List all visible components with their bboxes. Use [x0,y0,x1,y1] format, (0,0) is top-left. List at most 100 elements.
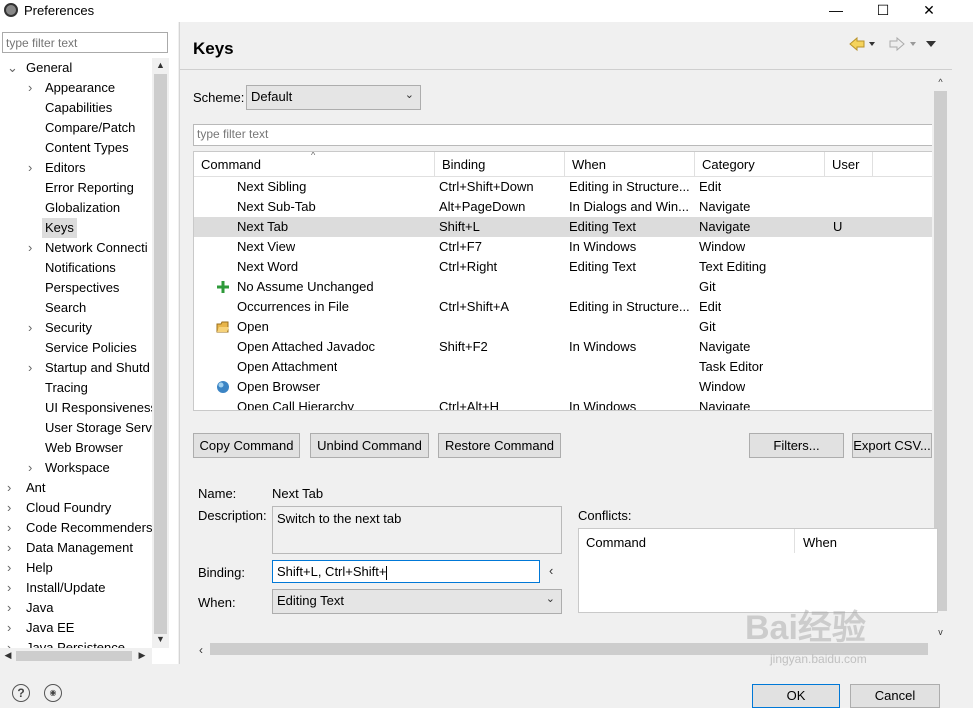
scroll-up-icon[interactable]: ^ [932,77,949,87]
back-arrow-icon[interactable] [849,36,865,52]
tree-item[interactable]: › Editors [28,158,88,178]
tree-item[interactable]: Error Reporting [42,178,137,198]
chevron-right-icon[interactable]: › [7,598,17,618]
forward-menu-icon[interactable] [910,42,916,46]
table-row[interactable]: Next Word Ctrl+Right Editing Text Text Edit… [194,257,932,277]
tree-item[interactable]: Notifications [42,258,119,278]
tree-item[interactable]: Search [42,298,89,318]
chevron-right-icon[interactable]: › [7,518,17,538]
tree-item[interactable]: Perspectives [42,278,122,298]
view-menu-icon[interactable] [926,41,936,47]
close-button[interactable]: ✕ [906,0,952,22]
tree-item[interactable]: › Help [7,558,56,578]
table-row[interactable]: Open Attachment Task Editor [194,357,932,377]
scroll-up-icon[interactable]: ▲ [152,60,169,70]
tree-item[interactable]: Service Policies [42,338,140,358]
tree-item[interactable]: › Workspace [28,458,113,478]
minimize-button[interactable]: — [813,0,859,22]
column-header-binding[interactable]: Binding [435,152,565,177]
tree-item[interactable]: › Java EE [7,618,77,638]
table-row[interactable]: Next Tab Shift+L Editing Text Navigate U [194,217,932,237]
ok-button[interactable]: OK [752,684,840,708]
tree-item[interactable]: › Ant [7,478,49,498]
scroll-left-icon[interactable]: ‹ [195,643,207,657]
column-header-command[interactable]: Command ^ [194,152,435,177]
chevron-right-icon[interactable]: › [7,578,17,598]
scroll-down-icon[interactable]: ▼ [152,634,169,644]
sidebar-hscroll-thumb[interactable] [16,651,132,661]
chevron-right-icon[interactable]: › [28,318,38,338]
column-header-when[interactable]: When [565,152,695,177]
tree-item[interactable]: › Appearance [28,78,118,98]
chevron-right-icon[interactable]: › [7,498,17,518]
chevron-right-icon[interactable]: › [28,238,38,258]
tree-item[interactable]: › Code Recommenders [7,518,152,538]
export-csv-button[interactable]: Export CSV... [852,433,932,458]
chevron-down-icon[interactable]: ⌄ [7,58,18,78]
unbind-command-button[interactable]: Unbind Command [310,433,429,458]
sidebar-filter-input[interactable] [2,32,168,53]
chevron-right-icon[interactable]: › [7,538,17,558]
tree-item[interactable]: User Storage Serv [42,418,152,438]
chevron-right-icon[interactable]: › [28,78,38,98]
sidebar-vertical-scrollbar[interactable]: ▲ ▼ [152,58,169,648]
forward-arrow-icon[interactable] [889,36,905,52]
tree-item[interactable]: Compare/Patch [42,118,138,138]
chevron-right-icon[interactable]: › [7,558,17,578]
chevron-right-icon[interactable]: › [28,358,38,378]
chevron-right-icon[interactable]: › [7,478,17,498]
maximize-button[interactable]: ☐ [860,0,906,22]
table-row[interactable]: Open Git [194,317,932,337]
sidebar-scroll-thumb[interactable] [154,74,167,634]
scheme-select[interactable]: Default ⌄ [246,85,421,110]
copy-command-button[interactable]: Copy Command [193,433,300,458]
when-select[interactable]: Editing Text ⌄ [272,589,562,614]
tree-item[interactable]: › Cloud Foundry [7,498,114,518]
scroll-down-icon[interactable]: v [932,627,949,637]
tree-item[interactable]: › Java Persistence [7,638,128,648]
tree-item[interactable]: › Security [28,318,95,338]
tree-item[interactable]: Globalization [42,198,123,218]
table-row[interactable]: Next Sub-Tab Alt+PageDown In Dialogs and W… [194,197,932,217]
column-header-category[interactable]: Category [695,152,825,177]
binding-input[interactable]: Shift+L, Ctrl+Shift+ [272,560,540,583]
table-row[interactable]: No Assume Unchanged Git [194,277,932,297]
description-field[interactable]: Switch to the next tab [272,506,562,554]
table-row[interactable]: Next View Ctrl+F7 In Windows Window [194,237,932,257]
back-menu-icon[interactable] [869,42,875,46]
tree-item[interactable]: › Java [7,598,56,618]
keys-filter-input[interactable]: type filter text [193,124,933,146]
tree-item[interactable]: Tracing [42,378,91,398]
tree-item[interactable]: ⌄ General [7,58,75,78]
scroll-right-icon[interactable]: ▶ [136,650,148,661]
tree-item[interactable]: Web Browser [42,438,126,458]
chevron-right-icon[interactable]: › [28,458,38,478]
tree-item[interactable]: › Install/Update [7,578,109,598]
tree-item[interactable]: Capabilities [42,98,115,118]
sidebar-horizontal-scrollbar[interactable]: ◀ ▶ [0,648,152,664]
conflicts-column-when[interactable]: When [803,535,837,550]
column-header-user[interactable]: User [825,152,873,177]
scroll-left-icon[interactable]: ◀ [2,650,14,661]
tree-item[interactable]: › Network Connecti [28,238,151,258]
tree-item[interactable]: Keys [42,218,77,238]
conflicts-column-command[interactable]: Command [586,535,646,550]
table-row[interactable]: Next Sibling Ctrl+Shift+Down Editing in St… [194,177,932,197]
cancel-button[interactable]: Cancel [850,684,940,708]
table-row[interactable]: Open Call Hierarchy Ctrl+Alt+H In Windows N… [194,397,932,410]
tree-item[interactable]: › Startup and Shutd [28,358,152,378]
tree-item[interactable]: Content Types [42,138,132,158]
table-row[interactable]: Occurrences in File Ctrl+Shift+A Editing i… [194,297,932,317]
chevron-right-icon[interactable]: › [7,638,17,648]
table-row[interactable]: Open Attached Javadoc Shift+F2 In Windows N… [194,337,932,357]
help-icon[interactable]: ? [12,684,30,702]
tree-item[interactable]: UI Responsiveness [42,398,152,418]
restore-command-button[interactable]: Restore Command [438,433,561,458]
filters-button[interactable]: Filters... [749,433,844,458]
link-icon[interactable]: ◉ [44,684,62,702]
chevron-right-icon[interactable]: › [28,158,38,178]
table-row[interactable]: Open Browser Window [194,377,932,397]
binding-menu-icon[interactable]: ‹ [549,563,553,578]
chevron-right-icon[interactable]: › [7,618,17,638]
tree-item[interactable]: › Data Management [7,538,136,558]
